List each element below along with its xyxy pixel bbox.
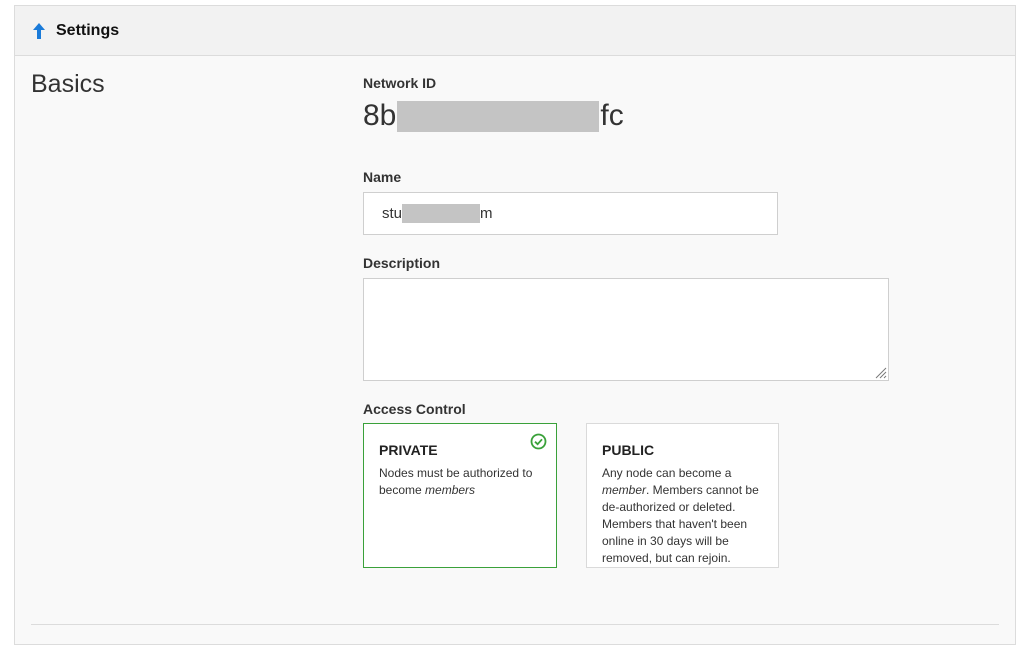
network-id-value: 8b fc <box>363 99 624 133</box>
settings-header[interactable]: Settings <box>15 6 1015 56</box>
private-title: PRIVATE <box>379 442 438 458</box>
private-description: Nodes must be authorized to become membe… <box>379 466 533 497</box>
access-control-label: Access Control <box>363 401 466 417</box>
name-label: Name <box>363 169 402 185</box>
name-input[interactable]: stu m <box>363 192 778 235</box>
network-id-label: Network ID <box>363 75 437 91</box>
check-circle-icon <box>530 433 547 450</box>
description-label: Description <box>363 255 441 271</box>
divider <box>31 624 999 625</box>
access-public-option[interactable]: PUBLIC Any node can become a member. Mem… <box>586 423 779 568</box>
name-value-suffix: m <box>480 205 493 222</box>
section-title-basics: Basics <box>31 70 105 98</box>
public-title: PUBLIC <box>602 442 655 458</box>
name-value-prefix: stu <box>382 205 403 222</box>
description-textarea[interactable] <box>363 278 889 381</box>
arrow-up-icon[interactable] <box>31 22 47 40</box>
public-description: Any node can become a member. Members ca… <box>602 466 759 565</box>
access-private-option[interactable]: PRIVATE Nodes must be authorized to beco… <box>363 423 557 568</box>
redaction-block <box>397 100 600 132</box>
network-id-suffix: fc <box>600 99 624 132</box>
settings-title: Settings <box>56 21 120 39</box>
network-id-prefix: 8b <box>363 99 397 132</box>
redaction-block <box>402 204 481 223</box>
resize-handle-icon[interactable] <box>873 365 887 379</box>
settings-panel: Settings Basics Network ID 8b fc Name st… <box>14 5 1016 645</box>
